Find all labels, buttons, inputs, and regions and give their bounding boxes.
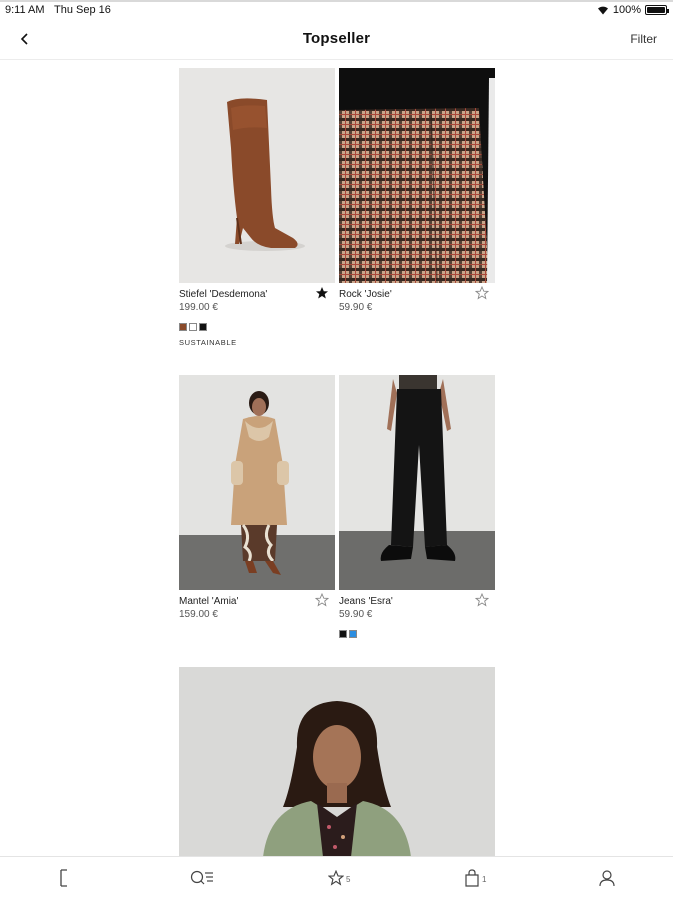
nav-home[interactable] [58,867,70,889]
product-name: Stiefel 'Desdemona' [179,289,268,300]
cart-count: 1 [482,874,487,884]
product-image[interactable] [339,375,495,590]
sustainable-tag: SUSTAINABLE [179,338,237,347]
nav-account[interactable] [598,867,616,889]
nav-favorites[interactable]: 5 [328,867,350,889]
status-date: Thu Sep 16 [54,4,111,16]
jeans-model-image [339,375,495,590]
coat-model-image [179,375,335,590]
color-swatch[interactable] [199,323,207,331]
color-swatch[interactable] [339,630,347,638]
product-name: Jeans 'Esra' [339,596,393,607]
product-image[interactable] [179,68,335,283]
status-time: 9:11 AM [5,4,45,16]
status-bar: 9:11 AM Thu Sep 16 100% [0,0,673,20]
color-swatch[interactable] [349,630,357,638]
top-navigation-bar: Topseller Filter [0,20,673,60]
brand-logo-icon [60,869,67,887]
star-icon [328,870,344,886]
product-price: 59.90 € [339,609,373,620]
favorite-star-icon[interactable] [475,286,489,300]
product-price: 199.00 € [179,302,218,313]
product-info: Stiefel 'Desdemona' 199.00 € [179,283,335,323]
shopping-bag-icon [465,869,479,887]
product-name: Mantel 'Amia' [179,596,239,607]
battery-percent: 100% [612,4,641,16]
nav-search[interactable] [190,867,214,889]
product-card[interactable]: Rock 'Josie' 59.90 € [339,68,495,323]
product-card[interactable]: Mantel 'Amia' 159.00 € [179,375,335,630]
filter-button[interactable]: Filter [630,32,657,46]
product-image[interactable] [179,375,335,590]
product-card[interactable]: Jeans 'Esra' 59.90 € [339,375,495,638]
product-name: Rock 'Josie' [339,289,392,300]
product-info: Rock 'Josie' 59.90 € [339,283,495,323]
status-indicators: 100% [597,4,669,16]
favorite-star-icon[interactable] [315,593,329,607]
battery-icon [645,5,669,15]
product-info: Jeans 'Esra' 59.90 € [339,590,495,630]
bottom-navigation-bar: 5 1 [0,856,673,900]
wifi-icon [597,6,608,15]
boot-image [179,68,335,283]
nav-cart[interactable]: 1 [464,867,486,889]
product-image[interactable] [339,68,495,283]
color-swatch[interactable] [189,323,197,331]
favorite-star-icon[interactable] [475,593,489,607]
product-price: 59.90 € [339,302,373,313]
featured-product-image[interactable] [179,667,495,857]
search-categories-icon [190,870,213,885]
color-swatches [339,630,357,638]
skirt-image [339,68,495,283]
user-icon [599,870,615,887]
cardigan-model-image [179,667,495,857]
product-card[interactable]: Stiefel 'Desdemona' 199.00 € SUSTAINABLE [179,68,335,347]
favorite-star-filled-icon[interactable] [315,286,329,300]
favorites-count: 5 [346,874,351,884]
product-price: 159.00 € [179,609,218,620]
page-title: Topseller [302,30,371,47]
color-swatch[interactable] [179,323,187,331]
product-info: Mantel 'Amia' 159.00 € [179,590,335,630]
color-swatches [179,323,207,331]
